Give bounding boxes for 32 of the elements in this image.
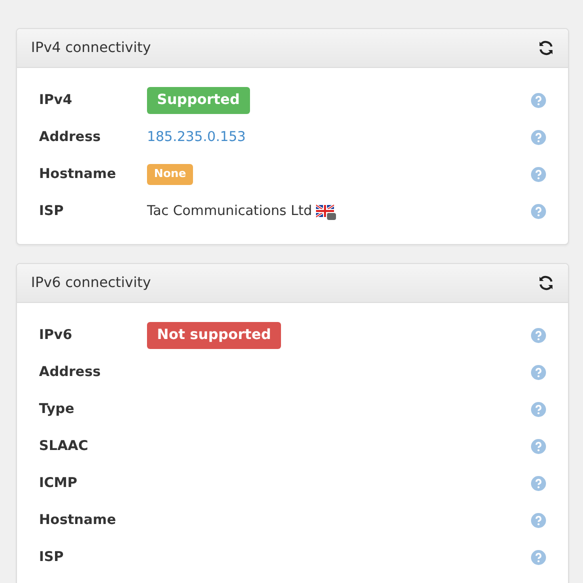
- panel-title: IPv6 connectivity: [31, 274, 151, 292]
- field-label: ICMP: [39, 474, 78, 494]
- refresh-icon[interactable]: [538, 40, 554, 56]
- help-icon[interactable]: [531, 550, 546, 565]
- help-icon[interactable]: [531, 167, 546, 182]
- field-label: Hostname: [39, 511, 118, 530]
- help-icon[interactable]: [531, 439, 546, 454]
- field-label: ISP: [39, 548, 65, 568]
- field-label: Type: [39, 400, 76, 420]
- status-badge: Supported: [147, 87, 250, 114]
- isp-name: Tac Communications Ltd: [147, 202, 312, 222]
- field-label: IPv4: [39, 91, 74, 110]
- help-icon[interactable]: [531, 130, 546, 145]
- field-label: IPv6: [39, 326, 74, 346]
- flag-icon: [316, 204, 336, 220]
- field-label: Hostname: [39, 165, 118, 184]
- field-label: Address: [39, 128, 102, 148]
- help-icon[interactable]: [531, 93, 546, 108]
- help-icon[interactable]: [531, 402, 546, 417]
- help-icon[interactable]: [531, 328, 546, 343]
- help-icon[interactable]: [531, 365, 546, 380]
- field-label: SLAAC: [39, 437, 90, 456]
- status-badge: None: [147, 164, 194, 185]
- help-icon[interactable]: [531, 204, 546, 219]
- address-link[interactable]: 185.235.0.153: [147, 127, 246, 148]
- status-badge: Not supported: [147, 322, 281, 349]
- panel-title: IPv4 connectivity: [31, 38, 151, 58]
- refresh-icon[interactable]: [538, 275, 554, 291]
- field-label: Address: [39, 363, 102, 382]
- help-icon[interactable]: [531, 513, 546, 528]
- help-icon[interactable]: [531, 476, 546, 491]
- field-label: ISP: [39, 202, 65, 222]
